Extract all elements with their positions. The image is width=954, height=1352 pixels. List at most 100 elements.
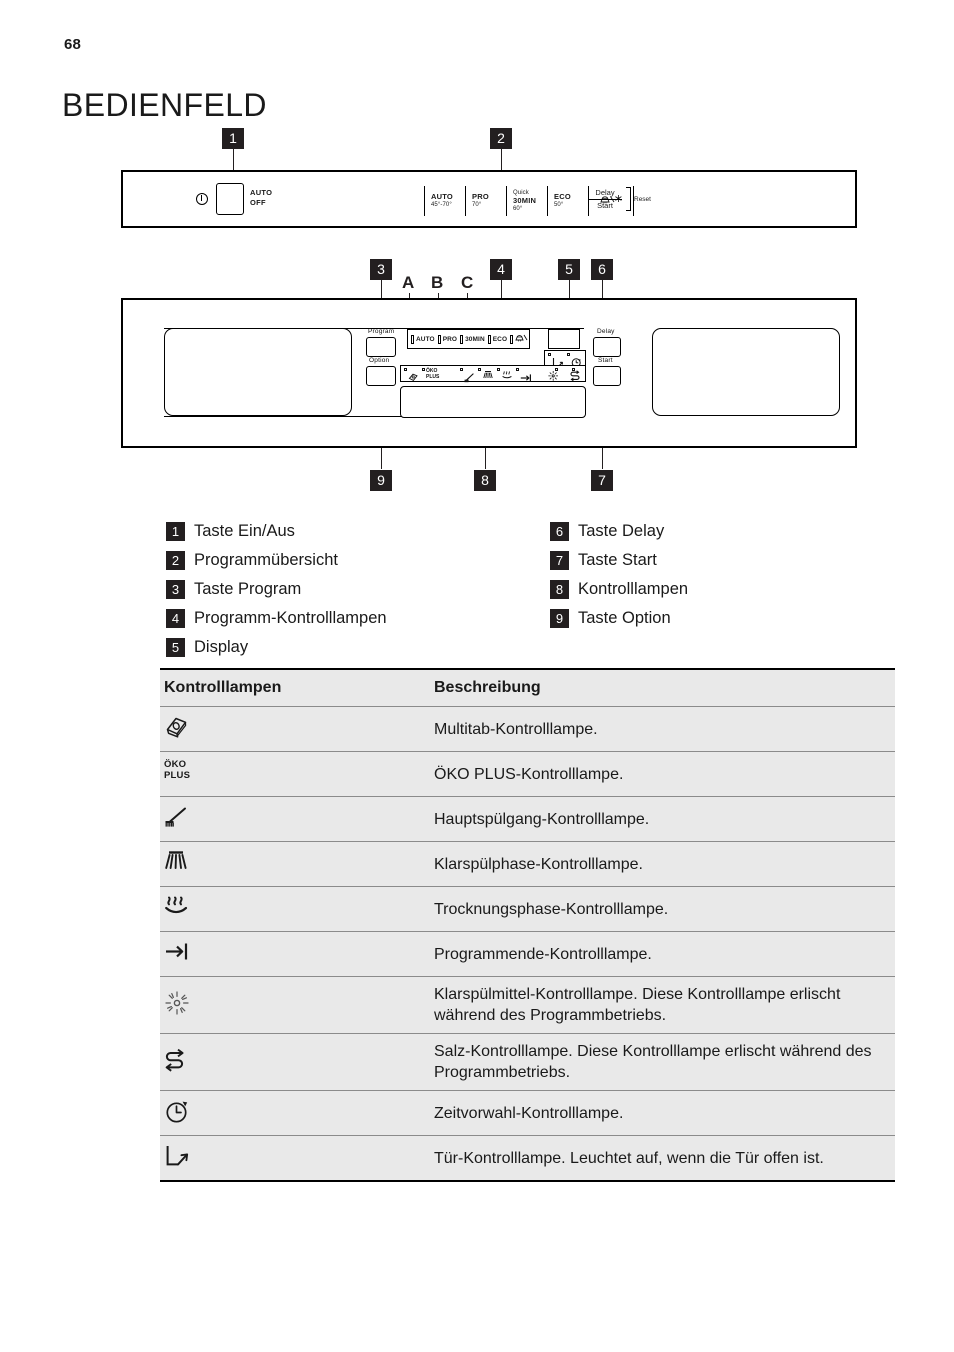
mini-lamp-end-icon	[516, 368, 519, 371]
table-cell-description: Hauptspülgang-Kontrolllampe.	[430, 796, 895, 842]
legend-label-2: Programmübersicht	[194, 551, 338, 569]
rinse-spray-icon	[164, 849, 208, 879]
program-indicator-lamps-strip: AUTO PRO 30MIN ECO	[407, 329, 530, 349]
program-quick30min: Quick 30MIN 60°	[506, 186, 547, 216]
table-cell-description: Programmende-Kontrolllampe.	[430, 931, 895, 977]
callout-8: 8	[474, 470, 496, 491]
label-c: C	[461, 273, 474, 292]
mini-lamp-door-icon	[548, 353, 551, 356]
main-wash-brush-icon	[464, 371, 476, 387]
delay-clock-icon	[164, 1098, 208, 1128]
display-window	[548, 329, 580, 349]
callout-9: 9	[370, 470, 392, 491]
start-button-label: Start	[598, 357, 613, 364]
legend-num-6: 6	[550, 522, 569, 541]
legend-label-7: Taste Start	[578, 551, 657, 569]
legend-item-8: 8 Kontrolllampen	[550, 580, 688, 599]
mini-lamp-drying-icon	[497, 368, 500, 371]
off-label: OFF	[250, 198, 266, 207]
oko-plus-icon: ÖKO PLUS	[426, 368, 440, 380]
rinse-glass-icon	[515, 330, 528, 348]
end-arrow-icon	[520, 371, 533, 387]
program-lamp-30min-label: 30MIN	[465, 335, 485, 343]
auto-off-label: AUTO OFF	[250, 188, 272, 208]
table-row: Tür-Kontrolllampe. Leuchtet auf, wenn di…	[160, 1135, 895, 1182]
lcd-frame	[400, 386, 586, 418]
callout-2: 2	[490, 128, 512, 149]
legend-num-8: 8	[550, 580, 569, 599]
program-lamp-pro-label: PRO	[442, 335, 458, 343]
oko-plus-icon: ÖKO PLUS	[164, 759, 208, 789]
table-cell-icon	[160, 1090, 430, 1136]
rinse-spray-icon	[482, 370, 495, 386]
reset-bracket	[626, 187, 631, 211]
start-label: Start	[597, 201, 613, 210]
legend-num-5: 5	[166, 638, 185, 657]
on-off-button[interactable]	[216, 183, 244, 215]
mini-lamp-oko-icon	[422, 368, 425, 371]
program-lamp-rinse	[507, 330, 528, 348]
legend-label-8: Kontrolllampen	[578, 580, 689, 598]
multitab-icon	[408, 371, 419, 387]
program-button[interactable]	[366, 337, 396, 357]
rinse-aid-sun-icon	[547, 370, 560, 386]
delay-button-label: Delay	[597, 328, 615, 335]
table-cell-description: Tür-Kontrolllampe. Leuchtet auf, wenn di…	[430, 1135, 895, 1182]
table-cell-icon	[160, 931, 430, 977]
mini-lamp-mainwash-icon	[460, 368, 463, 371]
delay-start-reset-group: Delay Start Reset	[588, 185, 658, 217]
table-header-description: Beschreibung	[430, 668, 895, 707]
panel-rail-right	[652, 328, 840, 416]
option-button[interactable]	[366, 366, 396, 386]
lamp-bar-30min-icon	[460, 334, 464, 344]
legend-label-4: Programm-Kontrolllampen	[194, 609, 387, 627]
table-row: Hauptspülgang-Kontrolllampe.	[160, 796, 895, 842]
auto-label: AUTO	[250, 188, 273, 197]
table-cell-icon	[160, 1135, 430, 1182]
table-cell-description: Klarspülphase-Kontrolllampe.	[430, 841, 895, 887]
legend-label-1: Taste Ein/Aus	[194, 522, 295, 540]
lamp-bar-rinse-icon	[510, 334, 514, 344]
indicator-lamp-table: Kontrolllampen Beschreibung Multitab-Kon…	[160, 668, 895, 1182]
start-button[interactable]	[593, 366, 621, 386]
table-row: Multitab-Kontrolllampe.	[160, 706, 895, 752]
table-cell-icon	[160, 976, 430, 1034]
page-title: BEDIENFELD	[62, 87, 267, 124]
delay-label: Delay	[588, 187, 622, 200]
mini-lamp-rinse-icon	[478, 368, 481, 371]
legend-label-3: Taste Program	[194, 580, 302, 598]
table-cell-icon	[160, 886, 430, 932]
main-wash-brush-icon	[164, 804, 208, 834]
program-auto: AUTO 45°-70°	[424, 186, 465, 216]
legend-num-4: 4	[166, 609, 185, 628]
table-cell-icon: ÖKO PLUS	[160, 751, 430, 797]
table-cell-description: Zeitvorwahl-Kontrolllampe.	[430, 1090, 895, 1136]
delay-button[interactable]	[593, 337, 621, 357]
table-cell-icon	[160, 1033, 430, 1091]
panel-rail-left	[164, 328, 352, 416]
drying-heat-icon	[501, 370, 514, 386]
callout-3: 3	[370, 259, 392, 280]
program-lamp-pro: PRO	[435, 334, 458, 344]
table-row: Klarspülphase-Kontrolllampe.	[160, 841, 895, 887]
page-number: 68	[64, 36, 82, 53]
label-a: A	[402, 273, 415, 292]
callout-4: 4	[490, 259, 512, 280]
table-cell-icon	[160, 706, 430, 752]
callout-7: 7	[591, 470, 613, 491]
legend-num-3: 3	[166, 580, 185, 599]
mini-lamp-multitab-icon	[404, 368, 407, 371]
program-auto-temp: 45°-70°	[431, 202, 452, 209]
table-row: ÖKO PLUS ÖKO PLUS-Kontrolllampe.	[160, 751, 895, 797]
table-cell-description: Trocknungsphase-Kontrolllampe.	[430, 886, 895, 932]
table-cell-description: ÖKO PLUS-Kontrolllampe.	[430, 751, 895, 797]
program-pro-name: PRO	[472, 191, 489, 201]
program-eco-name: ECO	[554, 191, 571, 201]
leader-line-8	[485, 448, 486, 469]
legend-item-1: 1 Taste Ein/Aus	[166, 522, 295, 541]
oko-line2: PLUS	[426, 373, 440, 380]
salt-icon	[164, 1047, 208, 1077]
program-lamp-auto-label: AUTO	[416, 335, 435, 343]
program-lamp-30min: 30MIN	[457, 334, 485, 344]
table-header-lamps: Kontrolllampen	[160, 668, 430, 707]
